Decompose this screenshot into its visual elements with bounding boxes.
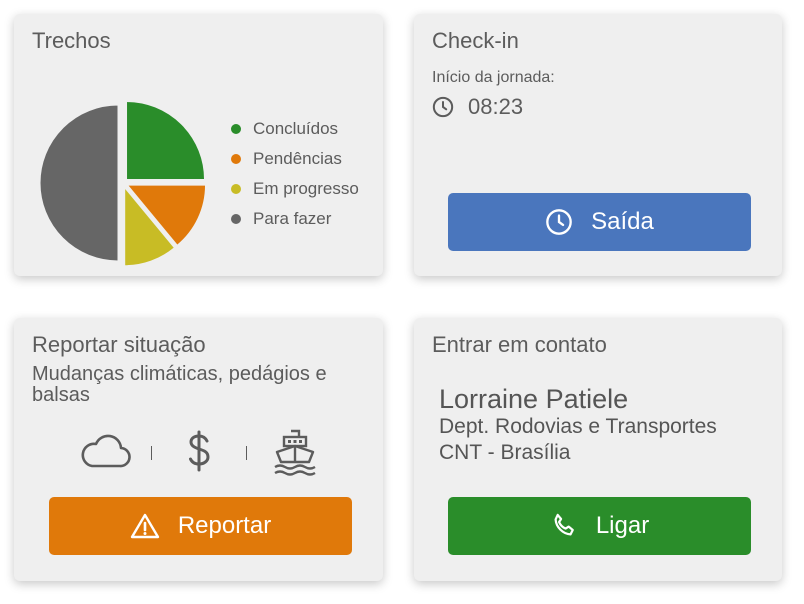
legend-item-pendencias: Pendências	[231, 144, 359, 174]
pie-slice-para-fazer	[39, 104, 119, 262]
legend-label: Para fazer	[253, 209, 332, 228]
contato-card: Entrar em contato Lorraine Patiele Dept.…	[414, 318, 782, 581]
reportar-subtitle: Mudanças climáticas, pedágios e balsas	[32, 363, 327, 406]
legend-dot-pendencias	[231, 154, 241, 164]
contact-dept: Dept. Rodovias e Transportes	[439, 415, 717, 438]
legend-label: Pendências	[253, 149, 342, 168]
cloud-icon[interactable]	[80, 428, 132, 472]
saida-button-label: Saída	[591, 208, 654, 235]
trechos-pie-chart	[39, 100, 207, 267]
start-time: 08:23	[468, 94, 524, 119]
saida-button[interactable]: Saída	[448, 193, 751, 251]
report-type-icons	[80, 428, 320, 476]
reportar-card: Reportar situação Mudanças climáticas, p…	[14, 318, 383, 581]
checkin-title: Check-in	[432, 28, 519, 53]
ligar-button-label: Ligar	[595, 512, 650, 539]
icon-separator	[246, 446, 247, 460]
pie-slice-concluidos	[126, 100, 206, 180]
dollar-icon[interactable]	[184, 428, 214, 474]
contact-location: CNT - Brasília	[439, 441, 571, 464]
legend-dot-concluidos	[231, 124, 241, 134]
contact-name: Lorraine Patiele	[439, 384, 629, 414]
legend-dot-em-progresso	[231, 184, 241, 194]
phone-icon	[554, 513, 574, 536]
legend-dot-para-fazer	[231, 214, 241, 224]
legend-item-concluidos: Concluídos	[231, 114, 359, 144]
legend-item-para-fazer: Para fazer	[231, 204, 359, 234]
reportar-button-label: Reportar	[177, 512, 272, 539]
contato-title: Entrar em contato	[432, 332, 607, 357]
trechos-title: Trechos	[32, 28, 111, 53]
start-label: Início da jornada:	[432, 69, 555, 86]
checkin-card: Check-in Início da jornada: 08:23 Saída	[414, 14, 782, 276]
reportar-button[interactable]: Reportar	[49, 497, 352, 555]
clock-icon	[546, 209, 572, 235]
legend-label: Concluídos	[253, 119, 339, 138]
ferry-icon[interactable]	[272, 428, 318, 476]
clock-icon	[432, 96, 454, 118]
trechos-card: Trechos Concluídos Pendências Em progres…	[14, 14, 383, 276]
icon-separator	[151, 446, 152, 460]
warning-icon	[130, 513, 160, 539]
legend-label: Em progresso	[253, 179, 359, 198]
ligar-button[interactable]: Ligar	[448, 497, 751, 555]
trechos-legend: Concluídos Pendências Em progresso Para …	[231, 114, 359, 234]
legend-item-em-progresso: Em progresso	[231, 174, 359, 204]
start-time-row: 08:23	[432, 94, 523, 120]
reportar-title: Reportar situação	[32, 332, 206, 357]
